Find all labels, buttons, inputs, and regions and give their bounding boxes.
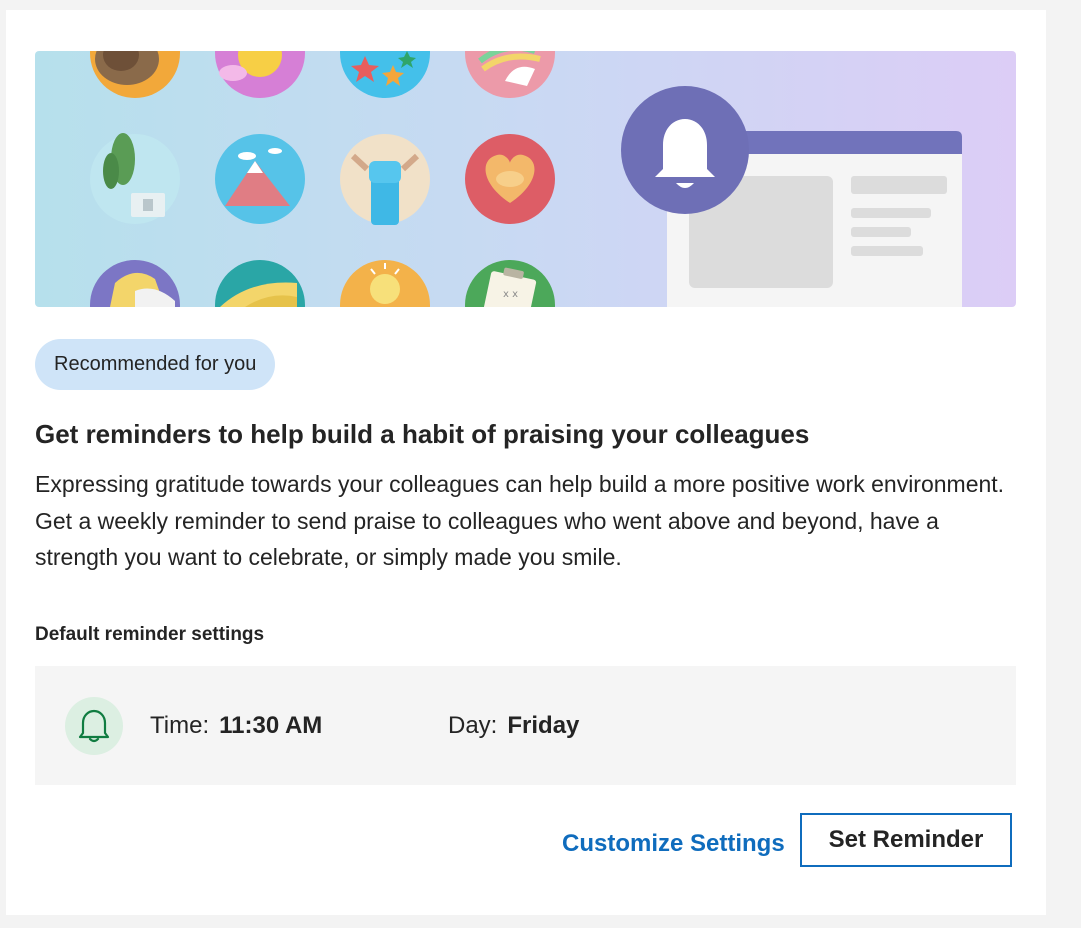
lion-badge-icon <box>90 51 180 98</box>
bell-icon <box>65 697 123 755</box>
fist-badge-icon <box>340 134 430 225</box>
notification-bell-icon <box>621 86 749 214</box>
reminder-day: Day: Friday <box>448 710 579 742</box>
customize-settings-button[interactable]: Customize Settings <box>562 826 785 862</box>
stars-badge-icon <box>340 51 430 98</box>
clipboard-badge-icon: x x <box>465 260 555 307</box>
sun-badge-icon <box>215 51 305 98</box>
default-settings-label: Default reminder settings <box>35 624 265 645</box>
set-reminder-button[interactable]: Set Reminder <box>800 813 1012 867</box>
recommendation-title: Get reminders to help build a habit of p… <box>35 419 810 449</box>
handshake-heart-badge-icon <box>465 134 555 224</box>
wave-badge-icon <box>90 260 180 307</box>
praise-badges-banner: x x <box>35 51 1016 307</box>
plant-badge-icon <box>90 133 180 224</box>
time-value: 11:30 AM <box>219 712 323 739</box>
day-value: Friday <box>507 712 580 739</box>
unicorn-badge-icon <box>465 51 555 98</box>
recommendation-description: Expressing gratitude towards your collea… <box>35 471 1005 570</box>
day-label: Day: <box>448 712 498 739</box>
mountain-badge-icon <box>215 134 305 224</box>
lightbulb-badge-icon <box>340 260 430 307</box>
svg-text:x x: x x <box>503 289 518 300</box>
time-label: Time: <box>150 712 210 739</box>
helping-hand-badge-icon <box>215 260 305 307</box>
reminder-time: Time: 11:30 AM <box>150 710 322 742</box>
recommended-badge: Recommended for you <box>35 339 276 390</box>
praise-reminder-card: x x Recommended for you Get reminders to… <box>6 10 1046 915</box>
reminder-settings-panel: Time: 11:30 AM Day: Friday <box>35 666 1016 785</box>
